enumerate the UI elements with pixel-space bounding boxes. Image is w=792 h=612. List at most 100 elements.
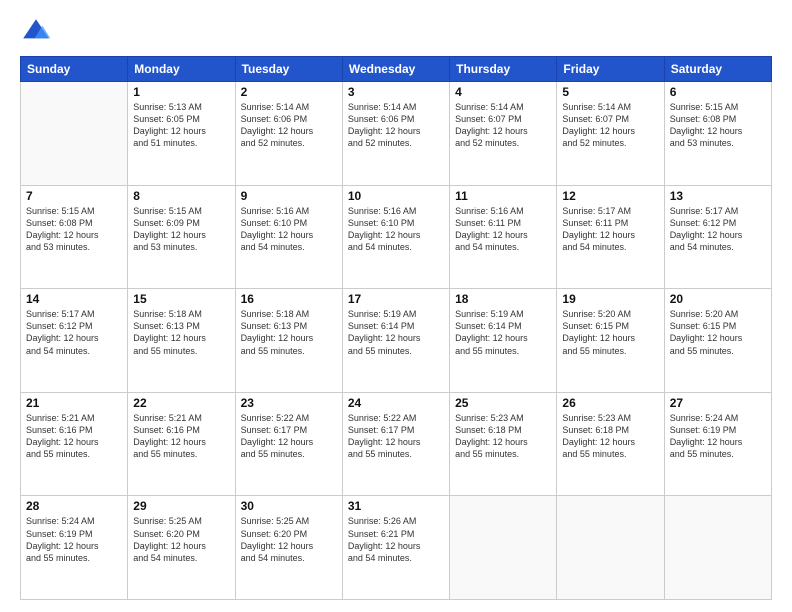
calendar-cell (664, 496, 771, 600)
calendar-week-4: 21Sunrise: 5:21 AMSunset: 6:16 PMDayligh… (21, 392, 772, 496)
day-number: 19 (562, 292, 658, 306)
day-info: Sunrise: 5:25 AMSunset: 6:20 PMDaylight:… (133, 515, 229, 564)
day-number: 27 (670, 396, 766, 410)
calendar-cell (450, 496, 557, 600)
calendar-cell: 23 Sunrise: 5:22 AMSunset: 6:17 PMDayligh… (235, 392, 342, 496)
calendar-cell: 3 Sunrise: 5:14 AMSunset: 6:06 PMDaylight… (342, 82, 449, 186)
day-number: 1 (133, 85, 229, 99)
calendar-cell: 24 Sunrise: 5:22 AMSunset: 6:17 PMDayligh… (342, 392, 449, 496)
calendar-cell: 8 Sunrise: 5:15 AMSunset: 6:09 PMDaylight… (128, 185, 235, 289)
calendar-week-2: 7Sunrise: 5:15 AMSunset: 6:08 PMDaylight… (21, 185, 772, 289)
day-info: Sunrise: 5:20 AMSunset: 6:15 PMDaylight:… (562, 308, 658, 357)
day-number: 28 (26, 499, 122, 513)
day-number: 18 (455, 292, 551, 306)
calendar-cell: 5 Sunrise: 5:14 AMSunset: 6:07 PMDaylight… (557, 82, 664, 186)
day-info: Sunrise: 5:13 AMSunset: 6:05 PMDaylight:… (133, 101, 229, 150)
calendar-cell: 12 Sunrise: 5:17 AMSunset: 6:11 PMDayligh… (557, 185, 664, 289)
weekday-header-wednesday: Wednesday (342, 57, 449, 82)
day-number: 29 (133, 499, 229, 513)
calendar-cell: 31 Sunrise: 5:26 AMSunset: 6:21 PMDayligh… (342, 496, 449, 600)
day-number: 4 (455, 85, 551, 99)
day-info: Sunrise: 5:19 AMSunset: 6:14 PMDaylight:… (348, 308, 444, 357)
calendar-cell: 27 Sunrise: 5:24 AMSunset: 6:19 PMDayligh… (664, 392, 771, 496)
day-number: 24 (348, 396, 444, 410)
day-number: 2 (241, 85, 337, 99)
day-number: 20 (670, 292, 766, 306)
calendar-header: SundayMondayTuesdayWednesdayThursdayFrid… (21, 57, 772, 82)
day-number: 9 (241, 189, 337, 203)
calendar-cell: 4 Sunrise: 5:14 AMSunset: 6:07 PMDaylight… (450, 82, 557, 186)
day-number: 6 (670, 85, 766, 99)
day-info: Sunrise: 5:25 AMSunset: 6:20 PMDaylight:… (241, 515, 337, 564)
calendar-week-1: 1 Sunrise: 5:13 AMSunset: 6:05 PMDaylight… (21, 82, 772, 186)
day-info: Sunrise: 5:17 AMSunset: 6:12 PMDaylight:… (670, 205, 766, 254)
day-number: 30 (241, 499, 337, 513)
calendar-cell: 10 Sunrise: 5:16 AMSunset: 6:10 PMDayligh… (342, 185, 449, 289)
day-info: Sunrise: 5:22 AMSunset: 6:17 PMDaylight:… (348, 412, 444, 461)
day-number: 10 (348, 189, 444, 203)
day-info: Sunrise: 5:24 AMSunset: 6:19 PMDaylight:… (670, 412, 766, 461)
day-info: Sunrise: 5:19 AMSunset: 6:14 PMDaylight:… (455, 308, 551, 357)
calendar-cell: 21Sunrise: 5:21 AMSunset: 6:16 PMDayligh… (21, 392, 128, 496)
day-number: 26 (562, 396, 658, 410)
calendar-cell: 15Sunrise: 5:18 AMSunset: 6:13 PMDayligh… (128, 289, 235, 393)
calendar-cell: 30 Sunrise: 5:25 AMSunset: 6:20 PMDayligh… (235, 496, 342, 600)
calendar-cell: 29 Sunrise: 5:25 AMSunset: 6:20 PMDayligh… (128, 496, 235, 600)
day-number: 16 (241, 292, 337, 306)
calendar-cell: 14Sunrise: 5:17 AMSunset: 6:12 PMDayligh… (21, 289, 128, 393)
calendar-cell: 11 Sunrise: 5:16 AMSunset: 6:11 PMDayligh… (450, 185, 557, 289)
day-number: 8 (133, 189, 229, 203)
day-info: Sunrise: 5:15 AMSunset: 6:08 PMDaylight:… (670, 101, 766, 150)
calendar-cell: 17Sunrise: 5:19 AMSunset: 6:14 PMDayligh… (342, 289, 449, 393)
day-number: 25 (455, 396, 551, 410)
day-info: Sunrise: 5:16 AMSunset: 6:11 PMDaylight:… (455, 205, 551, 254)
day-number: 31 (348, 499, 444, 513)
weekday-header-sunday: Sunday (21, 57, 128, 82)
calendar-cell (557, 496, 664, 600)
calendar-cell: 9 Sunrise: 5:16 AMSunset: 6:10 PMDaylight… (235, 185, 342, 289)
weekday-header-thursday: Thursday (450, 57, 557, 82)
day-info: Sunrise: 5:15 AMSunset: 6:08 PMDaylight:… (26, 205, 122, 254)
day-info: Sunrise: 5:23 AMSunset: 6:18 PMDaylight:… (562, 412, 658, 461)
day-number: 13 (670, 189, 766, 203)
calendar-table: SundayMondayTuesdayWednesdayThursdayFrid… (20, 56, 772, 600)
day-number: 5 (562, 85, 658, 99)
day-number: 12 (562, 189, 658, 203)
day-info: Sunrise: 5:15 AMSunset: 6:09 PMDaylight:… (133, 205, 229, 254)
calendar-cell: 19 Sunrise: 5:20 AMSunset: 6:15 PMDayligh… (557, 289, 664, 393)
weekday-header-tuesday: Tuesday (235, 57, 342, 82)
day-info: Sunrise: 5:14 AMSunset: 6:07 PMDaylight:… (455, 101, 551, 150)
day-number: 3 (348, 85, 444, 99)
weekday-row: SundayMondayTuesdayWednesdayThursdayFrid… (21, 57, 772, 82)
day-info: Sunrise: 5:21 AMSunset: 6:16 PMDaylight:… (133, 412, 229, 461)
day-info: Sunrise: 5:14 AMSunset: 6:06 PMDaylight:… (348, 101, 444, 150)
day-info: Sunrise: 5:16 AMSunset: 6:10 PMDaylight:… (348, 205, 444, 254)
weekday-header-saturday: Saturday (664, 57, 771, 82)
day-info: Sunrise: 5:24 AMSunset: 6:19 PMDaylight:… (26, 515, 122, 564)
day-info: Sunrise: 5:26 AMSunset: 6:21 PMDaylight:… (348, 515, 444, 564)
weekday-header-friday: Friday (557, 57, 664, 82)
day-number: 23 (241, 396, 337, 410)
calendar-cell: 7Sunrise: 5:15 AMSunset: 6:08 PMDaylight… (21, 185, 128, 289)
calendar-cell: 28 Sunrise: 5:24 AMSunset: 6:19 PMDayligh… (21, 496, 128, 600)
day-info: Sunrise: 5:14 AMSunset: 6:06 PMDaylight:… (241, 101, 337, 150)
calendar-cell: 26 Sunrise: 5:23 AMSunset: 6:18 PMDayligh… (557, 392, 664, 496)
calendar-week-5: 28 Sunrise: 5:24 AMSunset: 6:19 PMDayligh… (21, 496, 772, 600)
calendar-cell: 22Sunrise: 5:21 AMSunset: 6:16 PMDayligh… (128, 392, 235, 496)
calendar-cell: 20Sunrise: 5:20 AMSunset: 6:15 PMDayligh… (664, 289, 771, 393)
calendar-cell: 16Sunrise: 5:18 AMSunset: 6:13 PMDayligh… (235, 289, 342, 393)
day-number: 15 (133, 292, 229, 306)
calendar-cell (21, 82, 128, 186)
day-info: Sunrise: 5:17 AMSunset: 6:11 PMDaylight:… (562, 205, 658, 254)
calendar-cell: 1 Sunrise: 5:13 AMSunset: 6:05 PMDaylight… (128, 82, 235, 186)
day-info: Sunrise: 5:22 AMSunset: 6:17 PMDaylight:… (241, 412, 337, 461)
calendar-week-3: 14Sunrise: 5:17 AMSunset: 6:12 PMDayligh… (21, 289, 772, 393)
calendar-cell: 6 Sunrise: 5:15 AMSunset: 6:08 PMDaylight… (664, 82, 771, 186)
day-number: 11 (455, 189, 551, 203)
calendar-cell: 2 Sunrise: 5:14 AMSunset: 6:06 PMDaylight… (235, 82, 342, 186)
calendar-cell: 13 Sunrise: 5:17 AMSunset: 6:12 PMDayligh… (664, 185, 771, 289)
day-info: Sunrise: 5:14 AMSunset: 6:07 PMDaylight:… (562, 101, 658, 150)
day-info: Sunrise: 5:16 AMSunset: 6:10 PMDaylight:… (241, 205, 337, 254)
day-info: Sunrise: 5:17 AMSunset: 6:12 PMDaylight:… (26, 308, 122, 357)
calendar-cell: 18 Sunrise: 5:19 AMSunset: 6:14 PMDayligh… (450, 289, 557, 393)
